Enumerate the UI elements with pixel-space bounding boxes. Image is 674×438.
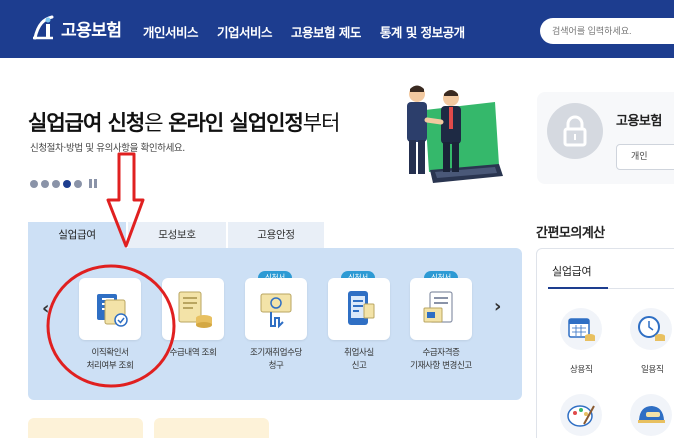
hero-title-part: 은 bbox=[144, 111, 169, 135]
chevron-right-icon[interactable]: › bbox=[494, 296, 501, 317]
service-label-line: 처리여부 조회 bbox=[86, 361, 134, 371]
hero-title-part: 온라인 실업인정 bbox=[168, 111, 304, 135]
helmet-icon bbox=[638, 406, 665, 423]
slide-dot[interactable] bbox=[30, 179, 38, 188]
calculator-title: 간편모의계산 bbox=[536, 226, 605, 241]
calc-label: 상용직 bbox=[570, 365, 593, 375]
nav-statistics[interactable]: 통계 및 정보공개 bbox=[380, 22, 465, 41]
calculator-tab-underline bbox=[548, 287, 608, 289]
service-label-line: 조기재취업수당 bbox=[250, 348, 302, 358]
handshake-illustration bbox=[407, 85, 503, 183]
slide-indicator bbox=[30, 179, 98, 188]
document-check-icon bbox=[97, 294, 128, 327]
service-label-line: 기재사항 변경신고 bbox=[410, 361, 472, 371]
hero-subtitle: 신청절차·방법 및 유의사항을 확인하세요. bbox=[30, 143, 185, 154]
search-input[interactable] bbox=[540, 18, 674, 44]
service-card[interactable] bbox=[410, 278, 472, 340]
tab-employment-stability[interactable]: 고용안정 bbox=[228, 222, 324, 248]
lock-icon bbox=[547, 103, 603, 159]
service-card[interactable] bbox=[162, 278, 224, 340]
tab-maternity[interactable]: 모성보호 bbox=[128, 222, 226, 248]
service-card[interactable] bbox=[79, 278, 141, 340]
logo-text: 고용보험 bbox=[61, 20, 122, 41]
service-label: 수급내역 조회 bbox=[151, 347, 235, 360]
receipt-coins-icon bbox=[178, 291, 212, 328]
service-label: 이직확인서 처리여부 조회 bbox=[68, 347, 152, 373]
login-card-title: 고용보험 bbox=[616, 114, 662, 129]
slide-dot-active[interactable] bbox=[63, 179, 71, 188]
tab-unemployment[interactable]: 실업급여 bbox=[28, 222, 126, 248]
service-label-line: 수급자격증 bbox=[422, 348, 460, 358]
hero-title: 실업급여 신청은 온라인 실업인정부터 bbox=[28, 107, 341, 137]
calc-item-daily[interactable] bbox=[630, 308, 672, 350]
personal-login-button[interactable]: 개인 bbox=[616, 144, 674, 170]
slide-dot[interactable] bbox=[52, 179, 60, 188]
calc-item-delivery[interactable] bbox=[630, 394, 672, 436]
calc-item-artist[interactable] bbox=[560, 394, 602, 436]
logo-mark-icon bbox=[33, 15, 54, 40]
bottom-card[interactable] bbox=[154, 418, 269, 438]
palette-icon bbox=[567, 405, 595, 427]
nav-insurance-system[interactable]: 고용보험 제도 bbox=[291, 22, 361, 41]
page: 고용보험 개인서비스 기업서비스 고용보험 제도 통계 및 정보공개 실업급여 … bbox=[0, 0, 674, 438]
service-label: 취업사실 신고 bbox=[317, 347, 401, 373]
slide-dot[interactable] bbox=[74, 179, 82, 188]
calendar-coins-icon bbox=[568, 318, 595, 341]
service-card[interactable] bbox=[328, 278, 390, 340]
service-label-line: 이직확인서 bbox=[91, 348, 129, 358]
main-nav: 개인서비스 기업서비스 고용보험 제도 통계 및 정보공개 bbox=[143, 22, 484, 41]
service-card[interactable] bbox=[245, 278, 307, 340]
bottom-card[interactable] bbox=[28, 418, 143, 438]
calc-item-regular[interactable] bbox=[560, 308, 602, 350]
clock-coins-icon bbox=[638, 316, 665, 341]
calculator-tab-divider bbox=[608, 288, 674, 289]
calc-label: 일용직 bbox=[641, 365, 664, 375]
hero-title-part: 부터 bbox=[302, 111, 341, 135]
slide-dot[interactable] bbox=[41, 179, 49, 188]
service-label-line: 청구 bbox=[268, 361, 284, 371]
service-label-line: 수급내역 조회 bbox=[169, 348, 217, 358]
pause-icon[interactable] bbox=[89, 179, 98, 188]
top-header: 고용보험 개인서비스 기업서비스 고용보험 제도 통계 및 정보공개 bbox=[0, 0, 674, 58]
calculator-tab-unemployment[interactable]: 실업급여 bbox=[552, 263, 592, 279]
hand-money-icon bbox=[260, 293, 292, 329]
service-label-line: 신고 bbox=[351, 361, 367, 371]
document-edit-icon bbox=[423, 291, 453, 323]
service-label: 조기재취업수당 청구 bbox=[234, 347, 318, 373]
service-label-line: 취업사실 bbox=[344, 348, 374, 358]
hero-title-part: 실업급여 신청 bbox=[28, 111, 145, 135]
mobile-document-icon bbox=[348, 291, 375, 325]
nav-business-services[interactable]: 기업서비스 bbox=[217, 22, 273, 41]
site-logo[interactable]: 고용보험 bbox=[30, 14, 122, 42]
lock-icon-glyph bbox=[563, 115, 587, 147]
chevron-left-icon[interactable]: ‹ bbox=[42, 298, 49, 319]
nav-personal-services[interactable]: 개인서비스 bbox=[143, 22, 199, 41]
service-label: 수급자격증 기재사항 변경신고 bbox=[393, 347, 489, 373]
